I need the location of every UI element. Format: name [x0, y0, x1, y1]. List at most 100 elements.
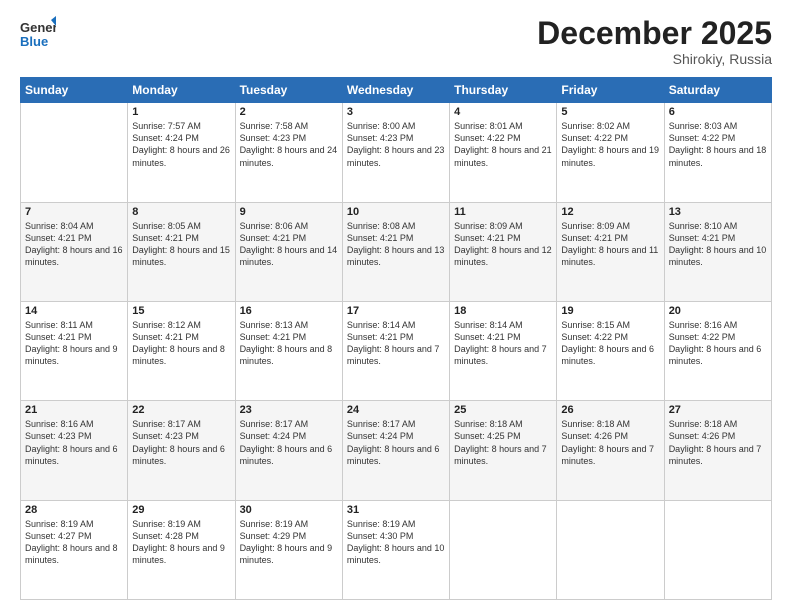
cell-info: Sunrise: 8:16 AMSunset: 4:23 PMDaylight:… — [25, 419, 118, 465]
day-number: 25 — [454, 404, 552, 416]
cell-info: Sunrise: 8:18 AMSunset: 4:26 PMDaylight:… — [669, 419, 762, 465]
day-number: 30 — [240, 504, 338, 516]
calendar-cell: 5 Sunrise: 8:02 AMSunset: 4:22 PMDayligh… — [557, 103, 664, 202]
cell-info: Sunrise: 8:19 AMSunset: 4:30 PMDaylight:… — [347, 519, 445, 565]
day-number: 28 — [25, 504, 123, 516]
calendar-cell: 3 Sunrise: 8:00 AMSunset: 4:23 PMDayligh… — [342, 103, 449, 202]
location: Shirokiy, Russia — [537, 51, 772, 67]
calendar-cell: 25 Sunrise: 8:18 AMSunset: 4:25 PMDaylig… — [450, 401, 557, 500]
cell-info: Sunrise: 8:17 AMSunset: 4:24 PMDaylight:… — [240, 419, 333, 465]
cell-info: Sunrise: 7:58 AMSunset: 4:23 PMDaylight:… — [240, 121, 338, 167]
calendar-cell: 27 Sunrise: 8:18 AMSunset: 4:26 PMDaylig… — [664, 401, 771, 500]
cell-info: Sunrise: 7:57 AMSunset: 4:24 PMDaylight:… — [132, 121, 230, 167]
title-block: December 2025 Shirokiy, Russia — [537, 16, 772, 67]
calendar-cell: 28 Sunrise: 8:19 AMSunset: 4:27 PMDaylig… — [21, 500, 128, 599]
cell-info: Sunrise: 8:14 AMSunset: 4:21 PMDaylight:… — [347, 320, 440, 366]
cell-info: Sunrise: 8:06 AMSunset: 4:21 PMDaylight:… — [240, 221, 338, 267]
weekday-tuesday: Tuesday — [235, 78, 342, 103]
calendar-cell: 26 Sunrise: 8:18 AMSunset: 4:26 PMDaylig… — [557, 401, 664, 500]
weekday-wednesday: Wednesday — [342, 78, 449, 103]
cell-info: Sunrise: 8:17 AMSunset: 4:23 PMDaylight:… — [132, 419, 225, 465]
calendar-cell: 4 Sunrise: 8:01 AMSunset: 4:22 PMDayligh… — [450, 103, 557, 202]
calendar-cell — [557, 500, 664, 599]
calendar-cell: 18 Sunrise: 8:14 AMSunset: 4:21 PMDaylig… — [450, 301, 557, 400]
day-number: 7 — [25, 206, 123, 218]
day-number: 21 — [25, 404, 123, 416]
cell-info: Sunrise: 8:00 AMSunset: 4:23 PMDaylight:… — [347, 121, 445, 167]
calendar-body: 1 Sunrise: 7:57 AMSunset: 4:24 PMDayligh… — [21, 103, 772, 600]
week-row-3: 14 Sunrise: 8:11 AMSunset: 4:21 PMDaylig… — [21, 301, 772, 400]
day-number: 8 — [132, 206, 230, 218]
cell-info: Sunrise: 8:02 AMSunset: 4:22 PMDaylight:… — [561, 121, 659, 167]
calendar-cell: 8 Sunrise: 8:05 AMSunset: 4:21 PMDayligh… — [128, 202, 235, 301]
logo: General Blue — [20, 16, 56, 52]
weekday-saturday: Saturday — [664, 78, 771, 103]
calendar-cell — [450, 500, 557, 599]
calendar-cell — [21, 103, 128, 202]
weekday-friday: Friday — [557, 78, 664, 103]
cell-info: Sunrise: 8:19 AMSunset: 4:27 PMDaylight:… — [25, 519, 118, 565]
day-number: 20 — [669, 305, 767, 317]
weekday-monday: Monday — [128, 78, 235, 103]
calendar-cell: 10 Sunrise: 8:08 AMSunset: 4:21 PMDaylig… — [342, 202, 449, 301]
day-number: 9 — [240, 206, 338, 218]
logo-svg: General Blue — [20, 16, 56, 52]
day-number: 4 — [454, 106, 552, 118]
week-row-1: 1 Sunrise: 7:57 AMSunset: 4:24 PMDayligh… — [21, 103, 772, 202]
day-number: 6 — [669, 106, 767, 118]
calendar-cell: 11 Sunrise: 8:09 AMSunset: 4:21 PMDaylig… — [450, 202, 557, 301]
day-number: 10 — [347, 206, 445, 218]
cell-info: Sunrise: 8:15 AMSunset: 4:22 PMDaylight:… — [561, 320, 654, 366]
calendar-cell: 15 Sunrise: 8:12 AMSunset: 4:21 PMDaylig… — [128, 301, 235, 400]
day-number: 23 — [240, 404, 338, 416]
calendar-cell: 16 Sunrise: 8:13 AMSunset: 4:21 PMDaylig… — [235, 301, 342, 400]
cell-info: Sunrise: 8:04 AMSunset: 4:21 PMDaylight:… — [25, 221, 123, 267]
calendar-cell: 22 Sunrise: 8:17 AMSunset: 4:23 PMDaylig… — [128, 401, 235, 500]
day-number: 5 — [561, 106, 659, 118]
week-row-4: 21 Sunrise: 8:16 AMSunset: 4:23 PMDaylig… — [21, 401, 772, 500]
day-number: 11 — [454, 206, 552, 218]
day-number: 31 — [347, 504, 445, 516]
cell-info: Sunrise: 8:18 AMSunset: 4:26 PMDaylight:… — [561, 419, 654, 465]
calendar-cell: 13 Sunrise: 8:10 AMSunset: 4:21 PMDaylig… — [664, 202, 771, 301]
calendar-page: General Blue December 2025 Shirokiy, Rus… — [0, 0, 792, 612]
cell-info: Sunrise: 8:10 AMSunset: 4:21 PMDaylight:… — [669, 221, 767, 267]
svg-text:General: General — [20, 20, 56, 35]
weekday-sunday: Sunday — [21, 78, 128, 103]
day-number: 13 — [669, 206, 767, 218]
header: General Blue December 2025 Shirokiy, Rus… — [20, 16, 772, 67]
day-number: 12 — [561, 206, 659, 218]
cell-info: Sunrise: 8:09 AMSunset: 4:21 PMDaylight:… — [561, 221, 658, 267]
calendar-table: SundayMondayTuesdayWednesdayThursdayFrid… — [20, 77, 772, 600]
calendar-cell: 24 Sunrise: 8:17 AMSunset: 4:24 PMDaylig… — [342, 401, 449, 500]
svg-text:Blue: Blue — [20, 34, 48, 49]
month-title: December 2025 — [537, 16, 772, 51]
day-number: 24 — [347, 404, 445, 416]
calendar-cell: 30 Sunrise: 8:19 AMSunset: 4:29 PMDaylig… — [235, 500, 342, 599]
calendar-cell: 29 Sunrise: 8:19 AMSunset: 4:28 PMDaylig… — [128, 500, 235, 599]
day-number: 14 — [25, 305, 123, 317]
calendar-cell — [664, 500, 771, 599]
weekday-header-row: SundayMondayTuesdayWednesdayThursdayFrid… — [21, 78, 772, 103]
calendar-cell: 6 Sunrise: 8:03 AMSunset: 4:22 PMDayligh… — [664, 103, 771, 202]
week-row-2: 7 Sunrise: 8:04 AMSunset: 4:21 PMDayligh… — [21, 202, 772, 301]
cell-info: Sunrise: 8:03 AMSunset: 4:22 PMDaylight:… — [669, 121, 767, 167]
cell-info: Sunrise: 8:05 AMSunset: 4:21 PMDaylight:… — [132, 221, 230, 267]
calendar-cell: 2 Sunrise: 7:58 AMSunset: 4:23 PMDayligh… — [235, 103, 342, 202]
day-number: 19 — [561, 305, 659, 317]
day-number: 16 — [240, 305, 338, 317]
calendar-cell: 23 Sunrise: 8:17 AMSunset: 4:24 PMDaylig… — [235, 401, 342, 500]
day-number: 22 — [132, 404, 230, 416]
day-number: 2 — [240, 106, 338, 118]
day-number: 27 — [669, 404, 767, 416]
day-number: 15 — [132, 305, 230, 317]
weekday-thursday: Thursday — [450, 78, 557, 103]
day-number: 1 — [132, 106, 230, 118]
week-row-5: 28 Sunrise: 8:19 AMSunset: 4:27 PMDaylig… — [21, 500, 772, 599]
day-number: 17 — [347, 305, 445, 317]
calendar-cell: 1 Sunrise: 7:57 AMSunset: 4:24 PMDayligh… — [128, 103, 235, 202]
day-number: 18 — [454, 305, 552, 317]
cell-info: Sunrise: 8:19 AMSunset: 4:28 PMDaylight:… — [132, 519, 225, 565]
day-number: 3 — [347, 106, 445, 118]
cell-info: Sunrise: 8:19 AMSunset: 4:29 PMDaylight:… — [240, 519, 333, 565]
